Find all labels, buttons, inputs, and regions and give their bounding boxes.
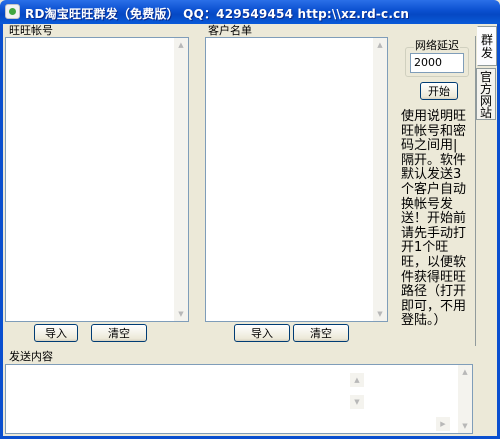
tab-official-site[interactable]: 官方网站 (476, 68, 496, 120)
customers-scrollbar[interactable]: ▲ ▼ (373, 38, 387, 321)
scroll-up-icon[interactable]: ▲ (373, 38, 387, 52)
accounts-label: 旺旺帐号 (8, 24, 54, 37)
title-bar[interactable]: RD淘宝旺旺群发（免费版） QQ：429549454 http:\\xz.rd-… (0, 0, 500, 24)
app-icon (5, 4, 20, 19)
scroll-up-icon[interactable]: ▲ (174, 38, 188, 52)
scroll-up-icon[interactable]: ▲ (458, 365, 472, 379)
tab-official-site-label: 官方网站 (479, 70, 492, 120)
delay-label: 网络延迟 (414, 39, 460, 52)
accounts-clear-button[interactable]: 清空 (91, 324, 147, 342)
inner-scroll-down-icon[interactable]: ▼ (350, 395, 364, 409)
delay-input[interactable]: 2000 (410, 53, 464, 73)
customers-clear-button[interactable]: 清空 (293, 324, 349, 342)
tab-mass-send[interactable]: 群发 (477, 26, 497, 66)
inner-scroll-up-icon[interactable]: ▲ (350, 373, 364, 387)
customers-list[interactable]: ▲ ▼ (205, 37, 388, 322)
send-content-input[interactable]: ▲ ▼ ▲ ▼ ▶ (5, 364, 473, 434)
window-title: RD淘宝旺旺群发（免费版） QQ：429549454 http:\\xz.rd-… (25, 7, 410, 21)
customers-import-button[interactable]: 导入 (234, 324, 290, 342)
customers-label: 客户名单 (207, 24, 253, 37)
tab-mass-send-label: 群发 (480, 33, 493, 60)
scroll-down-icon[interactable]: ▼ (373, 307, 387, 321)
accounts-import-button[interactable]: 导入 (34, 324, 78, 342)
accounts-scrollbar[interactable]: ▲ ▼ (174, 38, 188, 321)
scroll-down-icon[interactable]: ▼ (458, 419, 472, 433)
scroll-down-icon[interactable]: ▼ (174, 307, 188, 321)
send-scrollbar[interactable]: ▲ ▼ (458, 365, 472, 433)
instructions-text: 使用说明旺旺帐号和密码之间用|隔开。软件默认发送3个客户自动换帐号发送！开始前请… (401, 109, 467, 329)
inner-scroll-right-icon[interactable]: ▶ (436, 417, 450, 431)
start-button[interactable]: 开始 (420, 82, 458, 100)
send-content-label: 发送内容 (8, 350, 54, 363)
accounts-list[interactable]: ▲ ▼ (5, 37, 189, 322)
